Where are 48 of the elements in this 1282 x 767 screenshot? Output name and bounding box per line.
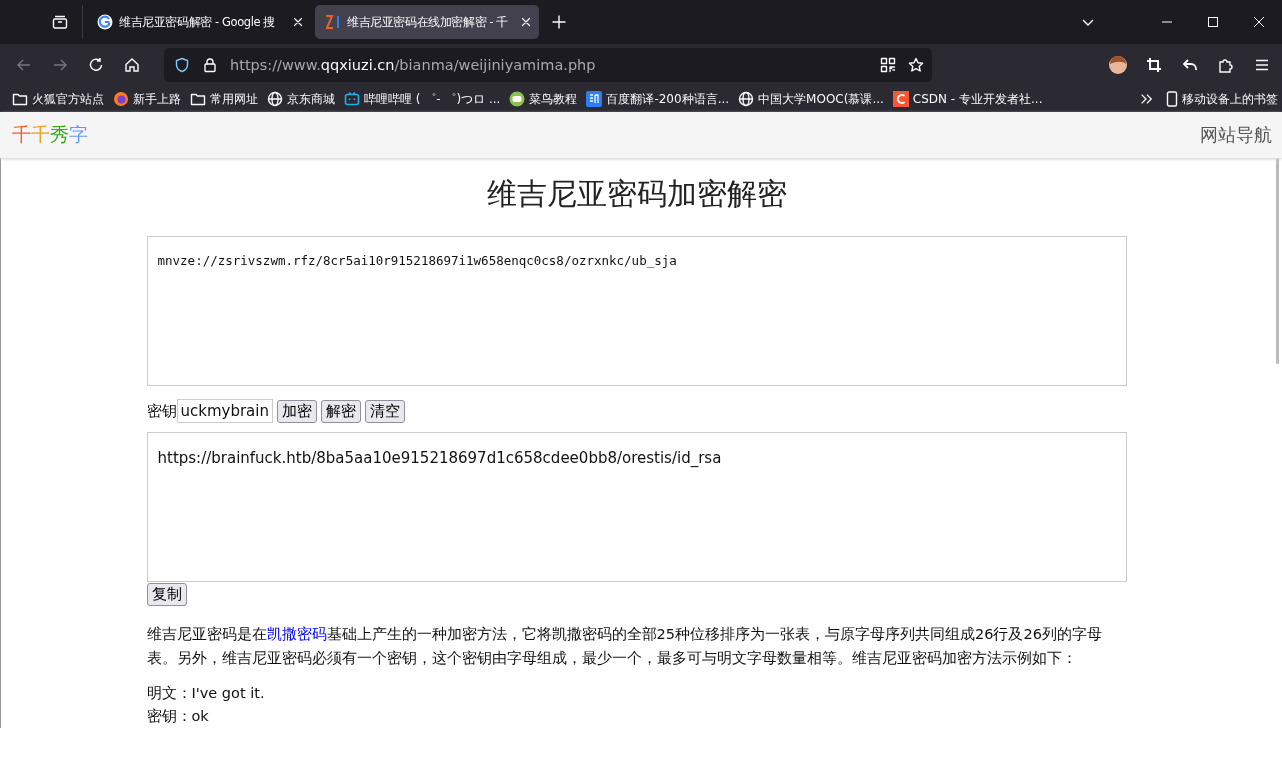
copy-button[interactable]: 复制 <box>146 583 187 606</box>
caesar-cipher-link[interactable]: 凯撒密码 <box>266 626 327 642</box>
translate-icon <box>586 91 603 107</box>
action-button[interactable]: 清空 <box>365 399 405 423</box>
action-button[interactable]: 解密 <box>321 399 361 423</box>
key-label: 密钥 <box>146 401 177 421</box>
fox-globe-icon <box>113 91 129 107</box>
close-icon <box>291 15 305 29</box>
bookmark-label: 新手上路 <box>133 90 181 108</box>
g-logo-icon <box>97 14 113 30</box>
example-line: 密钥：ok <box>146 707 210 726</box>
globe-icon <box>267 91 283 107</box>
qr-code-icon <box>880 57 896 73</box>
key-input[interactable]: uckmybrain <box>176 399 273 423</box>
globe-icon <box>738 91 755 107</box>
url-text: https://www.qqxiuzi.cn/bianma/weijiniyamima.php <box>230 57 597 73</box>
browser-tab[interactable]: 维吉尼亚密码解密 - Google 搜 <box>87 5 311 39</box>
phone-icon <box>1166 91 1178 107</box>
bookmark-label: 火狐官方站点 <box>32 90 104 108</box>
example-line: 明文：I've got it. <box>146 684 266 703</box>
address-bar[interactable]: https://www.qqxiuzi.cn/bianma/weijiniyamima.php <box>164 48 932 82</box>
browser-tab[interactable]: 维吉尼亚密码在线加密解密 - 千 <box>315 5 539 39</box>
folder-icon <box>190 91 206 107</box>
site-navigation-link[interactable]: 网站导航 <box>1200 123 1272 147</box>
close-icon <box>519 15 533 29</box>
bookmark-label: 菜鸟教程 <box>529 90 578 108</box>
bookmark-item[interactable]: 京东商城 <box>267 90 335 108</box>
bookmark-label: 京东商城 <box>287 90 335 108</box>
description-paragraph: 维吉尼亚密码是在凯撒密码基础上产生的一种加密方法，它将凯撒密码的全部25种位移排序为一张表，与原字母序列共同组成26行及26列的字母表。另外，维吉尼亚密码必须有一个密钥，这个密钥由字母组成，最少一个，最多可与明文字母数量相等。维吉尼亚密码加密方法示例如下： <box>146 625 1103 668</box>
folder-icon <box>12 91 28 107</box>
tv-icon <box>344 91 360 107</box>
star-icon <box>908 57 924 73</box>
input-textarea[interactable]: mnvze://zsrivszwm.rfz/8cr5ai10r915218697i1w658enqc0cs8/ozrxnkc/ub_sja <box>146 236 1127 386</box>
zi-logo-icon <box>325 14 341 30</box>
bookmark-item[interactable]: 新手上路 <box>113 90 181 108</box>
bookmark-item[interactable]: 常用网址 <box>190 90 258 108</box>
page-heading: 维吉尼亚密码加密解密 <box>485 175 788 213</box>
shield-icon <box>174 57 190 73</box>
bookmark-item[interactable]: 菜鸟教程 <box>509 90 578 108</box>
plus-icon <box>551 14 567 30</box>
padlock-icon <box>202 57 218 73</box>
bookmark-item[interactable]: 火狐官方站点 <box>12 90 104 108</box>
bookmark-label: 常用网址 <box>210 90 258 108</box>
scrollbar-thumb[interactable] <box>1275 158 1279 364</box>
code-bubble-icon <box>509 91 526 107</box>
output-textarea[interactable]: https://brainfuck.htb/8ba5aa10e915218697d1c658cdee0bb8/orestis/id_rsa <box>146 432 1127 582</box>
letter-c-icon <box>892 91 909 107</box>
action-button[interactable]: 加密 <box>277 399 317 423</box>
